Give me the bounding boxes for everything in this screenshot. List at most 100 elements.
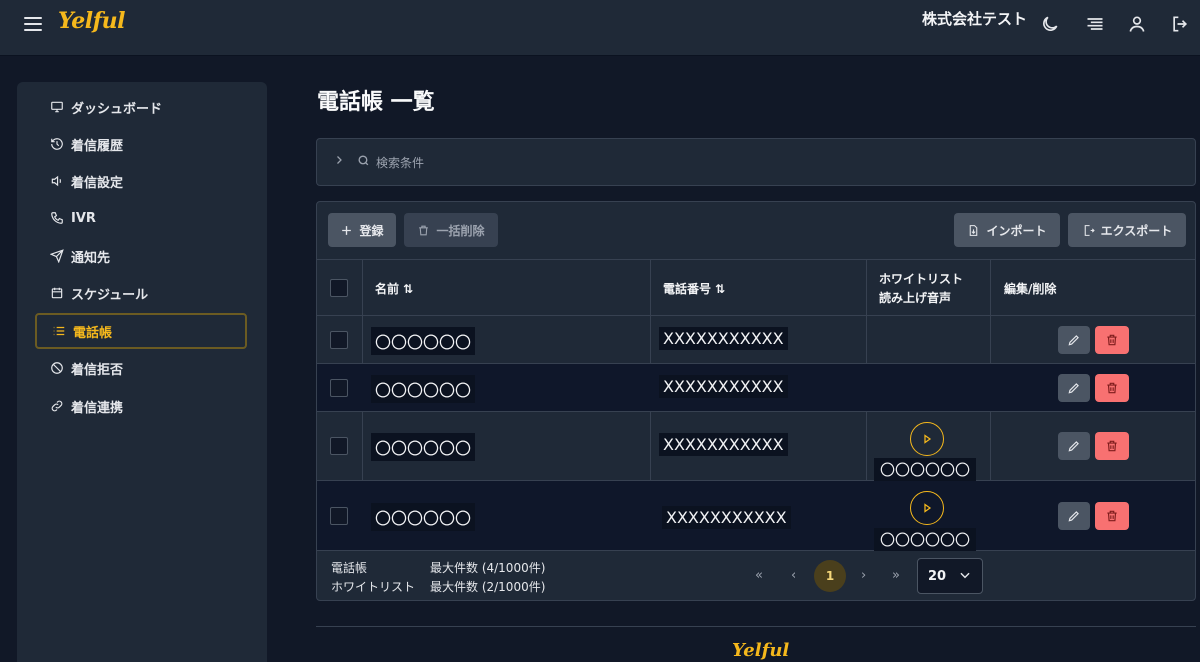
next-page-button[interactable]: › (861, 568, 866, 583)
sidebar-item-ivr[interactable]: IVR (35, 200, 247, 236)
link-icon (49, 398, 65, 414)
delete-button[interactable] (1095, 326, 1129, 354)
first-page-button[interactable]: « (755, 568, 763, 583)
whitelist-voice-text: 〇〇〇〇〇〇 (874, 458, 977, 481)
trash-icon (1107, 334, 1117, 346)
select-all-checkbox[interactable] (330, 279, 348, 297)
import-icon (967, 224, 980, 237)
sidebar-item-phonebook[interactable]: 電話帳 (35, 313, 247, 349)
ban-icon (49, 360, 65, 376)
prev-page-button[interactable]: ‹ (791, 568, 796, 583)
search-icon (357, 154, 370, 170)
column-whitelist: ホワイトリスト 読み上げ音声 (879, 271, 964, 305)
trash-icon (417, 224, 430, 237)
row-checkbox[interactable] (330, 507, 348, 525)
calendar-icon (49, 285, 65, 301)
column-actions: 編集/削除 (1004, 282, 1057, 296)
edit-button[interactable] (1058, 432, 1090, 460)
logout-icon[interactable] (1170, 14, 1192, 36)
chevron-right-icon[interactable] (333, 154, 345, 170)
export-icon (1082, 224, 1095, 237)
play-icon (924, 503, 932, 513)
company-name: 株式会社テスト (922, 10, 1028, 28)
phonebook-table-panel: 登録 一括削除 インポート エクスポート 名前 ⇅ 電話番号 ⇅ ホワイトリスト… (316, 201, 1196, 601)
sidebar-item-call-integration[interactable]: 着信連携 (35, 388, 247, 424)
pencil-icon (1068, 383, 1079, 394)
phone-icon (49, 210, 65, 226)
bulk-delete-button[interactable]: 一括削除 (404, 213, 498, 247)
contact-name: 〇〇〇〇〇〇 (371, 327, 476, 355)
contact-phone: XXXXXXXXXXX (659, 375, 788, 398)
delete-button[interactable] (1095, 502, 1129, 530)
sidebar-item-label: 着信設定 (71, 175, 124, 191)
play-icon (924, 434, 932, 444)
trash-icon (1107, 510, 1117, 522)
contact-phone: XXXXXXXXXXX (662, 506, 791, 529)
sidebar-item-label: 着信拒否 (71, 362, 124, 378)
trash-icon (1107, 440, 1117, 452)
list-icon (51, 323, 67, 339)
whitelist-count-label: ホワイトリスト (331, 580, 416, 594)
sidebar-item-label: 電話帳 (73, 325, 113, 341)
current-page-button[interactable]: 1 (814, 560, 846, 592)
row-checkbox[interactable] (330, 331, 348, 349)
sidebar-item-label: 着信連携 (71, 400, 124, 416)
sidebar-item-label: 通知先 (71, 250, 111, 266)
page-size-select[interactable]: 20 (917, 558, 983, 594)
delete-button[interactable] (1095, 374, 1129, 402)
export-button[interactable]: エクスポート (1068, 213, 1186, 247)
edit-button[interactable] (1058, 326, 1090, 354)
column-phone[interactable]: 電話番号 ⇅ (651, 260, 725, 317)
search-conditions-panel[interactable]: 検索条件 (316, 138, 1196, 186)
delete-button[interactable] (1095, 432, 1129, 460)
phonebook-count: 最大件数 (4/1000件) (430, 561, 546, 575)
sidebar-item-dashboard[interactable]: ダッシュボード (35, 89, 247, 125)
chevron-down-icon (958, 568, 972, 586)
row-checkbox[interactable] (330, 379, 348, 397)
play-voice-button[interactable] (910, 422, 944, 456)
sidebar-item-label: スケジュール (71, 287, 149, 303)
contact-name: 〇〇〇〇〇〇 (371, 503, 476, 531)
play-voice-button[interactable] (910, 491, 944, 525)
contact-name: 〇〇〇〇〇〇 (371, 375, 476, 403)
edit-button[interactable] (1058, 502, 1090, 530)
table-row: 〇〇〇〇〇〇 XXXXXXXXXXX (317, 316, 1195, 364)
top-bar: Yelful 株式会社テスト (0, 0, 1200, 56)
table-row: 〇〇〇〇〇〇 XXXXXXXXXXX (317, 364, 1195, 412)
pencil-icon (1068, 511, 1079, 522)
user-icon[interactable] (1127, 14, 1149, 36)
moon-icon[interactable] (1040, 14, 1062, 36)
footer-logo: Yelful (732, 640, 790, 661)
sidebar: ダッシュボード 着信履歴 着信設定 IVR 通知先 スケジュール 電話帳 着信拒… (17, 82, 267, 662)
last-page-button[interactable]: » (892, 568, 900, 583)
import-button[interactable]: インポート (954, 213, 1060, 247)
footer-divider (316, 626, 1196, 627)
register-button[interactable]: 登録 (328, 213, 396, 247)
sidebar-item-call-history[interactable]: 着信履歴 (35, 126, 247, 162)
trash-icon (1107, 382, 1117, 394)
sidebar-item-call-settings[interactable]: 着信設定 (35, 163, 247, 199)
speaker-icon (49, 173, 65, 189)
table-row: 〇〇〇〇〇〇 XXXXXXXXXXX 〇〇〇〇〇〇 (317, 481, 1195, 551)
pencil-icon (1068, 335, 1079, 346)
table-header: 名前 ⇅ 電話番号 ⇅ ホワイトリスト 読み上げ音声 編集/削除 (317, 259, 1195, 317)
sidebar-item-call-block[interactable]: 着信拒否 (35, 350, 247, 386)
list-icon[interactable] (1085, 14, 1107, 36)
whitelist-count: 最大件数 (2/1000件) (430, 580, 546, 594)
row-checkbox[interactable] (330, 437, 348, 455)
search-conditions-label: 検索条件 (376, 155, 425, 170)
phonebook-count-label: 電話帳 (331, 561, 368, 575)
app-logo[interactable]: Yelful (58, 8, 125, 34)
history-icon (49, 136, 65, 152)
menu-icon[interactable] (24, 17, 42, 31)
sidebar-item-label: IVR (71, 210, 96, 226)
edit-button[interactable] (1058, 374, 1090, 402)
contact-name: 〇〇〇〇〇〇 (371, 433, 476, 461)
table-row: 〇〇〇〇〇〇 XXXXXXXXXXX 〇〇〇〇〇〇 (317, 412, 1195, 481)
sidebar-item-schedule[interactable]: スケジュール (35, 275, 247, 311)
column-name[interactable]: 名前 ⇅ (363, 260, 413, 317)
plus-icon (340, 224, 353, 237)
send-icon (49, 248, 65, 264)
sidebar-item-notification[interactable]: 通知先 (35, 238, 247, 274)
sidebar-item-label: ダッシュボード (71, 101, 163, 117)
